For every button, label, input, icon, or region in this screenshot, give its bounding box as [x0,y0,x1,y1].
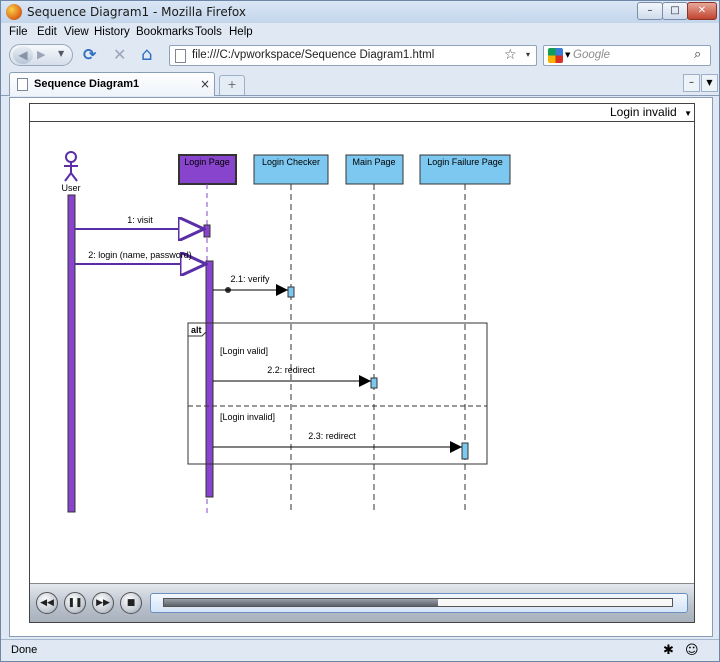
activation-bar [370,377,378,389]
tab-list-dropdown[interactable]: ▼ [701,74,718,92]
tab-label: Sequence Diagram1 [34,78,140,90]
fragment-guard-valid: [Login valid] [220,346,268,356]
lifeline-main-page: Main Page [345,154,404,513]
message-label: 2.1: verify [230,274,270,284]
close-window-button[interactable]: ✕ [687,2,717,20]
menu-bar: File Edit View History Bookmarks Tools H… [1,23,719,43]
navigation-toolbar: ◀ ▶ ▼ ⟳ ✕ ⌂ file:///C:/vpworkspace/Seque… [1,43,719,69]
actor-head-icon [65,151,77,163]
activation-bar [287,286,295,298]
message-redirect-failure: 2.3: redirect [213,431,462,453]
tab-list-button[interactable]: – [683,74,700,92]
lifeline-label: Login Checker [262,157,320,167]
extension-face-icon[interactable]: ☺ [685,643,699,658]
lifeline-label: Login Page [184,157,230,167]
actor-label: User [61,183,80,193]
message-visit: 1: visit [75,215,204,229]
message-label: 2.2: redirect [267,365,315,375]
url-text[interactable]: file:///C:/vpworkspace/Sequence Diagram1… [192,49,434,61]
fragment-guard-invalid: [Login invalid] [220,412,275,422]
window-title: Sequence Diagram1 - Mozilla Firefox [27,5,246,19]
message-redirect-main: 2.2: redirect [213,365,371,387]
tab-bar: Sequence Diagram1 × + – ▼ [1,71,719,96]
message-login: 2: login (name, password) [75,250,206,264]
stop-icon[interactable]: ✕ [113,46,126,64]
scenario-select[interactable]: Login invalid ▼ [610,105,694,121]
home-icon[interactable]: ⌂ [141,46,152,64]
bookmark-star-icon[interactable]: ☆ [504,47,517,63]
fast-forward-button[interactable]: ▶▶ [92,592,114,614]
page-content: Login invalid ▼ User Login Page Login Ch… [9,97,713,637]
activation-bar [461,442,469,460]
history-dropdown-button[interactable]: ▼ [58,49,64,58]
reload-icon[interactable]: ⟳ [83,46,96,64]
stop-button[interactable]: ■ [120,592,142,614]
forward-button[interactable]: ▶ [37,48,45,61]
address-bar[interactable]: file:///C:/vpworkspace/Sequence Diagram1… [169,45,537,66]
animation-player: ◀◀ ❚❚ ▶▶ ■ [30,583,694,622]
message-verify: 2.1: verify [213,274,288,296]
close-tab-icon[interactable]: × [200,77,210,91]
diagram-viewer: Login invalid ▼ User Login Page Login Ch… [29,103,695,623]
menu-edit[interactable]: Edit [37,26,57,38]
addon-icon[interactable]: ✱ [663,643,674,658]
activation-bar [203,224,211,238]
pause-button[interactable]: ❚❚ [64,592,86,614]
lifeline-label: Login Failure Page [427,157,503,167]
chevron-down-icon: ▼ [684,109,692,118]
page-icon [17,78,28,91]
menu-tools[interactable]: Tools [195,26,222,38]
search-icon[interactable]: ⌕ [694,47,701,62]
browser-window: Sequence Diagram1 - Mozilla Firefox – □ … [0,0,720,662]
search-bar[interactable]: ▼ Google ⌕ [543,45,711,66]
lifeline-login-checker: Login Checker [253,154,329,513]
tab-sequence-diagram[interactable]: Sequence Diagram1 × [9,72,215,96]
menu-view[interactable]: View [64,26,89,38]
menu-help[interactable]: Help [229,26,253,38]
message-label: 2.3: redirect [308,431,356,441]
back-button[interactable]: ◀ [13,46,33,64]
page-icon [175,49,186,63]
user-actor: User [61,151,81,513]
search-input[interactable]: Google [573,49,610,61]
actor-activation [67,194,76,513]
engine-dropdown-icon[interactable]: ▼ [565,51,570,59]
google-engine-icon[interactable] [548,48,563,63]
alt-fragment: alt [Login valid] [Login invalid] [187,322,488,465]
message-label: 1: visit [127,215,153,225]
status-bar: Done ✱ ☺ [1,639,719,661]
message-label: 2: login (name, password) [88,250,192,260]
fragment-operator: alt [191,325,202,335]
minimize-button[interactable]: – [637,2,663,20]
back-forward-group: ◀ ▶ ▼ [9,44,73,66]
firefox-logo-icon [6,4,22,20]
sequence-diagram: User Login Page Login Checker Main Page … [61,151,511,513]
progress-fill [164,599,439,606]
new-tab-button[interactable]: + [219,75,245,95]
progress-bar[interactable] [163,598,673,607]
lifeline-login-failure-page: Login Failure Page [419,154,511,513]
menu-bookmarks[interactable]: Bookmarks [136,26,194,38]
rewind-button[interactable]: ◀◀ [36,592,58,614]
progress-track[interactable] [150,593,688,613]
title-bar: Sequence Diagram1 - Mozilla Firefox – □ … [1,1,719,23]
maximize-button[interactable]: □ [662,2,688,20]
status-text: Done [11,644,38,656]
scenario-selected: Login invalid [610,105,677,119]
menu-file[interactable]: File [9,26,28,38]
menu-history[interactable]: History [94,26,130,38]
viewer-header: Login invalid ▼ [30,104,694,122]
lifeline-label: Main Page [352,157,395,167]
activation-bar [205,260,214,498]
url-dropdown-icon[interactable]: ▾ [526,50,530,59]
